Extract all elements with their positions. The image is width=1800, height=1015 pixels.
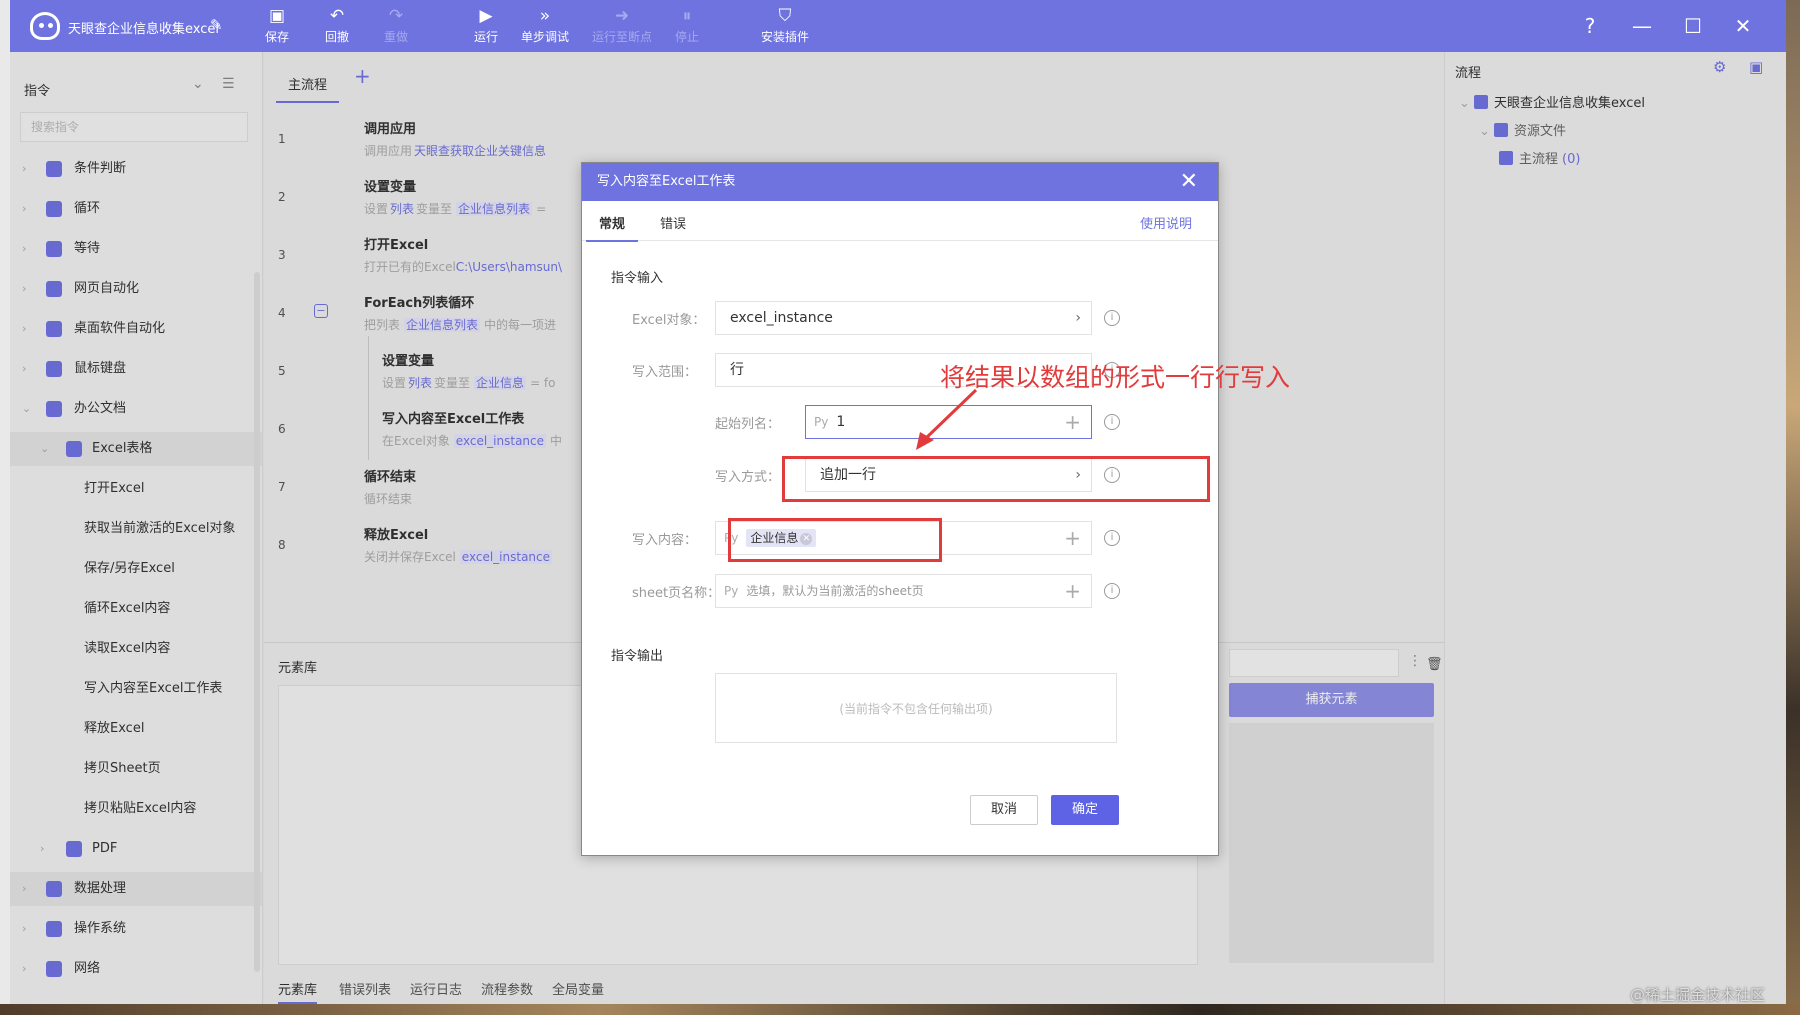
- tab-error[interactable]: 错误: [660, 213, 686, 232]
- plus-icon[interactable]: +: [1064, 575, 1081, 607]
- redo-label: 重做: [383, 30, 408, 44]
- install-plugin-label: 安装插件: [760, 30, 809, 44]
- info-icon[interactable]: i: [1104, 414, 1120, 430]
- redo-icon: ↷: [388, 6, 404, 26]
- python-mode-label: Py: [814, 415, 829, 429]
- maximize-icon[interactable]: ☐: [1678, 12, 1708, 40]
- redo-button[interactable]: ↷ 重做: [361, 4, 431, 48]
- input-section-title: 指令输入: [611, 271, 664, 286]
- desktop-edge-bottom: [0, 1004, 1800, 1015]
- sheet-name-input[interactable]: Py 选填，默认为当前激活的sheet页 +: [715, 574, 1092, 608]
- tab-general[interactable]: 常规: [586, 213, 639, 242]
- excel-object-label: Excel对象：: [632, 313, 706, 328]
- step-debug-icon: »: [539, 6, 551, 26]
- excel-object-value: excel_instance: [730, 310, 833, 326]
- install-plugin-button[interactable]: ⛉ 安装插件: [750, 4, 820, 48]
- stop-label: 停止: [674, 30, 699, 44]
- close-window-icon[interactable]: ✕: [1728, 12, 1758, 40]
- run-label: 运行: [473, 30, 498, 44]
- start-column-label: 起始列名：: [715, 417, 781, 432]
- cancel-button[interactable]: 取消: [970, 795, 1038, 825]
- save-label: 保存: [264, 30, 289, 44]
- watermark: @稀土掘金技术社区: [1630, 986, 1766, 1004]
- info-icon[interactable]: i: [1104, 583, 1120, 599]
- python-mode-label: Py: [724, 584, 739, 598]
- close-icon[interactable]: ✕: [1180, 163, 1198, 201]
- annotation-arrow-icon: [916, 388, 978, 450]
- title-bar: 天眼查企业信息收集excel ✎ ▣ 保存 ↶ 回撤 ↷ 重做 ▶ 运行 » 单步调试 ➜…: [10, 0, 1786, 52]
- content-label: 写入内容：: [632, 533, 698, 548]
- step-debug-label: 单步调试: [520, 30, 569, 44]
- excel-object-select[interactable]: excel_instance ›: [715, 301, 1092, 335]
- dialog-tabs: 常规 错误 使用说明: [582, 201, 1218, 242]
- write-range-label: 写入范围：: [632, 365, 698, 380]
- app-logo-icon: [30, 12, 60, 40]
- highlight-write-mode: [782, 456, 1210, 502]
- edit-title-icon[interactable]: ✎: [210, 16, 223, 34]
- help-link[interactable]: 使用说明: [1140, 213, 1192, 232]
- app-title: 天眼查企业信息收集excel: [68, 22, 219, 37]
- write-excel-dialog: 写入内容至Excel工作表 ✕ 常规 错误 使用说明 指令输入 Excel对象：…: [581, 162, 1219, 856]
- run-to-breakpoint-label: 运行至断点: [591, 30, 652, 44]
- start-column-value: 1: [836, 414, 846, 430]
- sheet-name-label: sheet页名称：: [632, 586, 721, 601]
- write-mode-label: 写入方式：: [715, 470, 781, 485]
- confirm-button[interactable]: 确定: [1051, 795, 1119, 825]
- write-range-value: 行: [730, 362, 744, 378]
- desktop-edge-left: [0, 0, 10, 1015]
- plus-icon[interactable]: +: [1064, 406, 1081, 438]
- help-icon[interactable]: ?: [1575, 12, 1605, 40]
- chevron-right-icon: ›: [1075, 310, 1081, 326]
- stop-button[interactable]: ⏸ 停止: [652, 4, 722, 48]
- info-icon[interactable]: i: [1104, 530, 1120, 546]
- plus-icon[interactable]: +: [1064, 522, 1081, 554]
- info-icon[interactable]: i: [1104, 310, 1120, 326]
- dialog-title: 写入内容至Excel工作表: [597, 174, 736, 189]
- dialog-header: 写入内容至Excel工作表 ✕: [582, 163, 1218, 201]
- minimize-icon[interactable]: —: [1627, 12, 1657, 40]
- undo-label: 回撤: [324, 30, 349, 44]
- step-debug-button[interactable]: » 单步调试: [510, 4, 580, 48]
- output-section-title: 指令输出: [611, 649, 664, 664]
- sheet-name-placeholder: 选填，默认为当前激活的sheet页: [746, 584, 924, 598]
- highlight-content: [728, 518, 942, 562]
- desktop-edge-right: [1786, 0, 1800, 1015]
- output-list: (当前指令不包含任何输出项): [715, 673, 1117, 743]
- stop-icon: ⏸: [682, 6, 692, 26]
- plugin-icon: ⛉: [778, 6, 792, 26]
